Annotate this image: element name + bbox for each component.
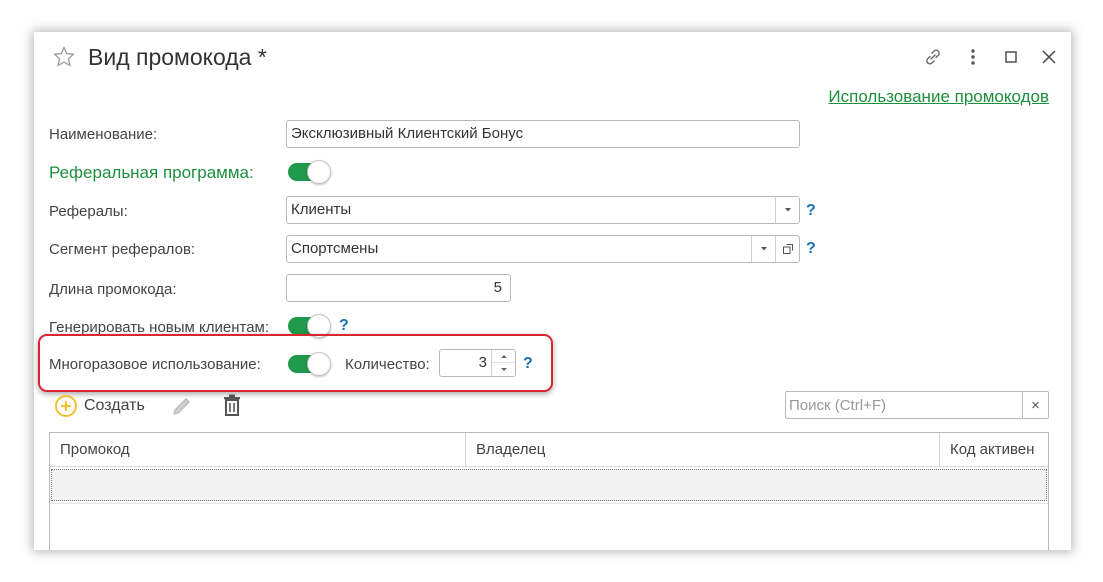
stepper-up-icon[interactable]: [492, 350, 515, 363]
name-field[interactable]: Эксклюзивный Клиентский Бонус: [286, 120, 800, 148]
dropdown-arrow-icon[interactable]: [775, 197, 799, 223]
table-header: Промокод Владелец Код активен: [50, 433, 1048, 467]
segment-label: Сегмент рефералов:: [49, 241, 196, 258]
stepper-down-icon[interactable]: [492, 363, 515, 375]
quantity-stepper[interactable]: 3: [439, 349, 516, 377]
search-input[interactable]: [786, 392, 1022, 418]
search-box: ×: [785, 391, 1049, 419]
quantity-label: Количество:: [345, 356, 430, 373]
referrals-value: Клиенты: [291, 201, 352, 218]
multi-use-label: Многоразовое использование:: [49, 356, 261, 373]
referrals-label: Рефералы:: [49, 203, 128, 220]
edit-pencil-icon[interactable]: [170, 394, 194, 418]
segment-help[interactable]: ?: [806, 240, 816, 258]
multi-use-toggle[interactable]: [288, 352, 331, 376]
promocodes-table: Промокод Владелец Код активен: [49, 432, 1049, 550]
form-window: Вид промокода * Использование промокодов…: [34, 32, 1071, 550]
close-icon[interactable]: [1038, 46, 1060, 68]
segment-select[interactable]: Спортсмены: [286, 235, 800, 263]
dropdown-arrow-icon[interactable]: [751, 236, 775, 262]
promocode-usage-link[interactable]: Использование промокодов: [828, 87, 1049, 107]
link-icon[interactable]: [922, 46, 944, 68]
column-header-code-active[interactable]: Код активен: [939, 433, 1048, 467]
create-button[interactable]: Создать: [54, 394, 145, 418]
referrals-select[interactable]: Клиенты: [286, 196, 800, 224]
name-label: Наименование:: [49, 126, 158, 143]
star-icon[interactable]: [52, 45, 76, 69]
quantity-help[interactable]: ?: [523, 355, 533, 373]
window-title: Вид промокода *: [88, 44, 267, 70]
add-circle-icon: [55, 395, 77, 417]
quantity-value: 3: [478, 354, 487, 371]
delete-trash-icon[interactable]: [220, 393, 244, 419]
row-divider: [50, 503, 1048, 504]
more-icon[interactable]: [962, 46, 984, 68]
segment-value: Спортсмены: [291, 240, 379, 257]
open-form-icon[interactable]: [775, 236, 799, 262]
referrals-help[interactable]: ?: [806, 202, 816, 220]
clear-search-icon[interactable]: ×: [1022, 392, 1048, 418]
referral-program-toggle[interactable]: [288, 160, 331, 184]
referral-program-label: Реферальная программа:: [49, 163, 254, 182]
column-header-owner[interactable]: Владелец: [465, 433, 939, 467]
code-length-label: Длина промокода:: [49, 281, 177, 298]
create-label: Создать: [84, 397, 145, 414]
maximize-icon[interactable]: [1000, 46, 1022, 68]
generate-help[interactable]: ?: [339, 317, 349, 335]
code-length-field[interactable]: 5: [286, 274, 511, 302]
table-row[interactable]: [51, 469, 1047, 501]
column-header-promocode[interactable]: Промокод: [50, 433, 465, 467]
